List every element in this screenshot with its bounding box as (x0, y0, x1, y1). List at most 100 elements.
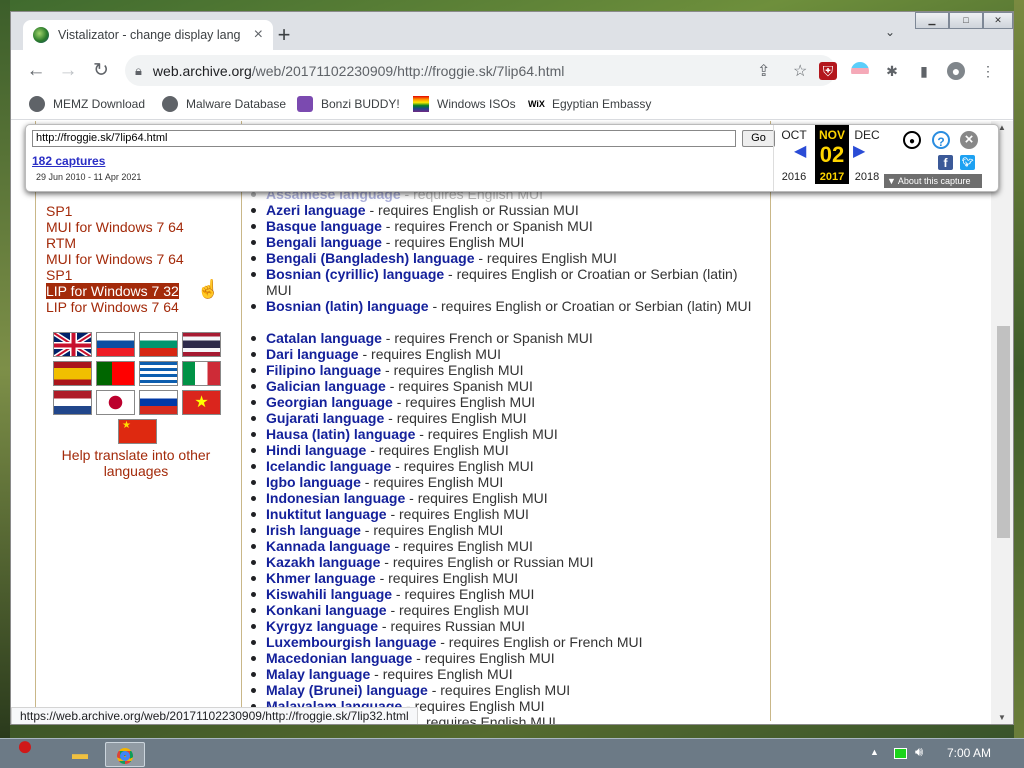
language-name-link[interactable]: Bengali language (266, 234, 382, 250)
greece-flag-icon[interactable] (139, 361, 178, 386)
vertical-scrollbar[interactable]: ▲ ▼ (991, 121, 1013, 724)
bulgaria-flag-icon[interactable] (139, 332, 178, 357)
scrollbar-thumb[interactable] (997, 326, 1010, 538)
bookmark-memz-download[interactable]: MEMZ Download (29, 96, 145, 112)
language-name-link[interactable]: Hindi language (266, 442, 366, 458)
thailand-flag-icon[interactable] (182, 332, 221, 357)
reload-icon[interactable]: ↻ (88, 58, 114, 84)
language-name-link[interactable]: Luxembourgish language (266, 634, 436, 650)
bookmark-egyptian-embassy[interactable]: WiX Egyptian Embassy (528, 96, 651, 112)
facebook-icon[interactable]: f (938, 155, 953, 170)
language-name-link[interactable]: Kazakh language (266, 554, 380, 570)
language-name-link[interactable]: Bengali (Bangladesh) language (266, 250, 474, 266)
share-icon[interactable]: ⇪ (757, 61, 770, 81)
wayback-prev-month[interactable]: OCT (776, 128, 812, 142)
language-name-link[interactable]: Kyrgyz language (266, 618, 378, 634)
menu-kebab-icon[interactable]: ⋮ (979, 62, 997, 80)
sidebar-link-lip-32[interactable]: LIP for Windows 7 32 (46, 283, 179, 299)
language-name-link[interactable]: Bosnian (latin) language (266, 298, 429, 314)
wayback-next-year[interactable]: 2018 (849, 171, 885, 183)
netherlands-flag-icon[interactable] (53, 390, 92, 415)
maximize-button[interactable]: □ (949, 12, 983, 29)
language-name-link[interactable]: Catalan language (266, 330, 382, 346)
wayback-close-icon[interactable]: × (960, 131, 978, 149)
language-name-link[interactable]: Bosnian (cyrillic) language (266, 266, 444, 282)
tray-expand-icon[interactable]: ▲ (870, 747, 879, 757)
bookmark-malware-database[interactable]: Malware Database (162, 96, 286, 112)
bookmark-windows-isos[interactable]: Windows ISOs (413, 96, 516, 112)
language-name-link[interactable]: Galician language (266, 378, 386, 394)
wayback-next-arrow-icon[interactable]: ▶ (853, 141, 865, 161)
browser-tab[interactable]: Vistalizator - change display lang × (23, 20, 273, 50)
wayback-prev-year[interactable]: 2016 (776, 171, 812, 183)
japan-flag-icon[interactable] (96, 390, 135, 415)
side-panel-icon[interactable]: ▮ (915, 62, 933, 80)
volume-icon[interactable]: 🔊︎ (915, 744, 923, 760)
language-name-link[interactable]: Hausa (latin) language (266, 426, 415, 442)
twitter-icon[interactable]: 🐦︎ (960, 155, 975, 170)
language-name-link[interactable]: Kannada language (266, 538, 390, 554)
russia-flag-icon[interactable] (139, 390, 178, 415)
wayback-captures-link[interactable]: 182 captures (32, 154, 105, 168)
wayback-account-icon[interactable]: ● (903, 131, 921, 149)
language-name-link[interactable]: Malay (Brunei) language (266, 682, 428, 698)
bookmark-star-icon[interactable]: ☆ (793, 61, 807, 81)
sidebar-link-lip-64[interactable]: LIP for Windows 7 64 (46, 299, 196, 315)
bookmark-bonzi-buddy[interactable]: Bonzi BUDDY! (297, 96, 400, 112)
sidebar-link-sp1[interactable]: SP1 (46, 203, 196, 219)
chrome-taskbar-button[interactable] (105, 742, 145, 767)
language-name-link[interactable]: Azeri language (266, 202, 366, 218)
tab-close-icon[interactable]: × (254, 26, 263, 44)
language-name-link[interactable]: Dari language (266, 346, 359, 362)
language-requirement: - requires Spanish MUI (385, 378, 533, 394)
language-name-link[interactable]: Konkani language (266, 602, 387, 618)
scroll-up-arrow-icon[interactable]: ▲ (998, 123, 1006, 132)
wayback-about-capture-button[interactable]: ▼ About this capture (884, 174, 982, 188)
china-flag-icon[interactable]: ★ (118, 419, 157, 444)
extensions-puzzle-icon[interactable]: ✱ (883, 62, 901, 80)
help-translate-link[interactable]: Help translate into other languages (46, 447, 226, 479)
lock-icon[interactable]: 🔒︎ (135, 63, 142, 79)
new-tab-icon[interactable]: + (273, 24, 295, 46)
language-name-link[interactable]: Kiswahili language (266, 586, 392, 602)
wayback-prev-arrow-icon[interactable]: ◀ (794, 141, 806, 161)
back-arrow-icon[interactable]: ← (23, 58, 49, 84)
profile-avatar-icon[interactable]: ● (947, 62, 965, 80)
language-name-link[interactable]: Igbo language (266, 474, 361, 490)
language-name-link[interactable]: Indonesian language (266, 490, 405, 506)
file-explorer-icon[interactable]: ▬ (60, 742, 100, 767)
language-name-link[interactable]: Gujarati language (266, 410, 384, 426)
sidebar-link-mui-64-sp1[interactable]: MUI for Windows 7 64 SP1 (46, 251, 196, 283)
portugal-flag-icon[interactable] (96, 361, 135, 386)
taskbar-clock[interactable]: 7:00 AM (947, 746, 991, 760)
vietnam-flag-icon[interactable]: ★ (182, 390, 221, 415)
scroll-down-arrow-icon[interactable]: ▼ (998, 713, 1006, 722)
minimize-button[interactable]: ▁ (915, 12, 949, 29)
forward-arrow-icon[interactable]: → (55, 58, 81, 84)
language-name-link[interactable]: Khmer language (266, 570, 376, 586)
language-name-link[interactable]: Inuktitut language (266, 506, 387, 522)
wayback-go-button[interactable]: Go (742, 130, 775, 147)
ublock-extension-icon[interactable]: ⛨ (819, 62, 837, 80)
slovakia-flag-icon[interactable] (96, 332, 135, 357)
wayback-next-month[interactable]: DEC (849, 128, 885, 142)
language-name-link[interactable]: Irish language (266, 522, 361, 538)
sidebar-link-mui-64-rtm[interactable]: MUI for Windows 7 64 RTM (46, 219, 196, 251)
wayback-help-icon[interactable]: ? (932, 131, 950, 149)
network-tray-icon[interactable] (894, 748, 907, 759)
language-name-link[interactable]: Georgian language (266, 394, 393, 410)
language-name-link[interactable]: Basque language (266, 218, 382, 234)
close-window-button[interactable]: ✕ (983, 12, 1013, 29)
language-name-link[interactable]: Macedonian language (266, 650, 412, 666)
uk-flag-icon[interactable] (53, 332, 92, 357)
extension-flag-icon[interactable] (851, 62, 869, 80)
language-name-link[interactable]: Malay language (266, 666, 370, 682)
italy-flag-icon[interactable] (182, 361, 221, 386)
tab-search-chevron-icon[interactable]: ⌄ (885, 25, 895, 39)
wayback-url-input[interactable]: http://froggie.sk/7lip64.html (32, 130, 736, 147)
language-name-link[interactable]: Icelandic language (266, 458, 391, 474)
address-bar[interactable]: 🔒︎ web.archive.org/web/20171102230909/ht… (125, 55, 836, 86)
spain-flag-icon[interactable] (53, 361, 92, 386)
language-name-link[interactable]: Filipino language (266, 362, 381, 378)
start-button-angry-bird-icon[interactable]: ● (0, 732, 50, 768)
